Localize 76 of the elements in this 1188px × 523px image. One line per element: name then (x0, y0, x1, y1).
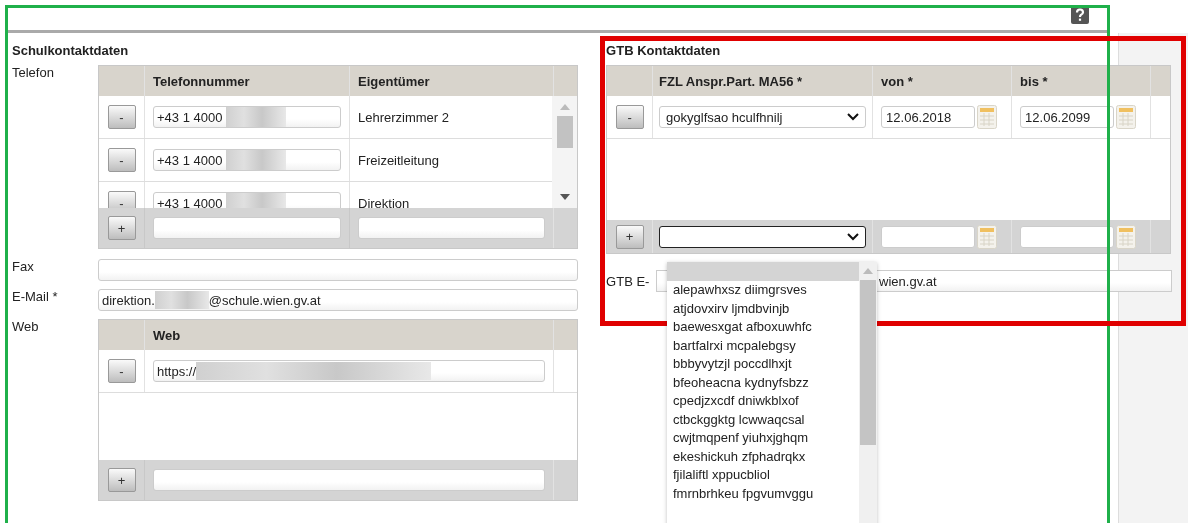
dropdown-option[interactable]: fjilaliftl xppucbliol (667, 466, 859, 485)
scrollbar[interactable] (859, 262, 877, 523)
chevron-down-icon (847, 232, 860, 241)
remove-button[interactable]: - (107, 148, 136, 172)
input-value: wien.gv.at (879, 273, 937, 289)
scroll-thumb[interactable] (860, 280, 876, 445)
remove-button[interactable]: - (615, 105, 644, 129)
dropdown-option[interactable]: ekeshickuh zfphadrqkx (667, 447, 859, 466)
column-header: von * (873, 66, 1013, 96)
email-input[interactable]: direktion. @schule.wien.gv.at (98, 289, 578, 311)
remove-button[interactable]: - (107, 191, 136, 208)
field-label: Web (12, 319, 40, 336)
section-title: Schulkontaktdaten (12, 42, 130, 60)
column-header: bis * (1012, 66, 1152, 96)
calendar-icon[interactable] (1116, 224, 1137, 249)
person-select[interactable] (659, 225, 867, 248)
remove-button[interactable]: - (107, 105, 136, 129)
scroll-thumb[interactable] (556, 116, 573, 148)
person-select[interactable]: gokyglfsao hculfhnilj (659, 106, 867, 128)
scrollbar[interactable] (552, 96, 577, 208)
fax-input[interactable] (98, 259, 578, 281)
add-button[interactable]: + (107, 468, 136, 492)
scroll-up-icon[interactable] (559, 104, 570, 110)
input-value: +43 1 4000 (157, 152, 223, 168)
owner-text: Lehrerzimmer 2 (358, 109, 450, 125)
phone-input[interactable]: +43 1 4000 (153, 149, 341, 171)
dropdown-option[interactable]: cwjtmqpenf yiuhxjghqm (667, 429, 859, 448)
url-input[interactable]: https:// (153, 360, 545, 382)
column-header: Telefonnummer (145, 66, 350, 96)
section-title: GTB Kontaktdaten (606, 42, 722, 60)
owner-text: Freizeitleitung (358, 152, 439, 168)
field-label: Telefon (12, 65, 55, 82)
redacted-block (226, 193, 287, 208)
dropdown-option[interactable]: bbbyvytzjl poccdlhxjt (667, 355, 859, 374)
redacted-block (226, 107, 287, 127)
dropdown-option[interactable]: bartfalrxi mcpalebgsy (667, 336, 859, 355)
phone-input[interactable] (153, 217, 341, 239)
column-header: FZL Anspr.Part. MA56 * (653, 66, 874, 96)
dropdown-option[interactable]: ctbckggktg lcwwaqcsal (667, 410, 859, 429)
phone-input[interactable]: +43 1 4000 (153, 106, 341, 128)
chevron-down-icon (847, 113, 860, 121)
dropdown-option[interactable]: cpedjzxcdf dniwkblxof (667, 392, 859, 411)
owner-input[interactable] (358, 217, 545, 239)
column-header: Eigentümer (357, 72, 431, 91)
redacted-block (226, 150, 287, 170)
scroll-down-icon[interactable] (559, 194, 570, 200)
dropdown-highlight[interactable] (667, 262, 859, 281)
date-input[interactable]: 12.06.2099 (1020, 106, 1115, 128)
dropdown-option[interactable]: baewesxgat afboxuwhfc (667, 318, 859, 337)
input-value: +43 1 4000 (157, 109, 223, 125)
date-input[interactable] (881, 225, 976, 248)
url-input[interactable] (153, 469, 545, 491)
dropdown-option[interactable]: fmrnbrhkeu fpgvumvggu (667, 484, 859, 503)
input-value: direktion. (102, 292, 155, 308)
owner-text: Direktion (358, 195, 410, 208)
dropdown-option[interactable]: atjdovxirv ljmdbvinjb (667, 299, 859, 318)
select-value: gokyglfsao hculfhnilj (666, 109, 783, 125)
scroll-up-icon[interactable] (863, 268, 873, 274)
calendar-icon[interactable] (977, 105, 998, 129)
redacted-block (154, 291, 209, 309)
date-input[interactable] (1020, 225, 1115, 248)
calendar-icon[interactable] (977, 224, 998, 249)
dropdown-option[interactable]: bfeoheacna kydnyfsbzz (667, 373, 859, 392)
field-label: GTB E- (606, 273, 651, 289)
date-input[interactable]: 12.06.2018 (881, 106, 976, 128)
column-header: Web (152, 326, 182, 345)
input-value: +43 1 4000 (157, 195, 223, 208)
input-value: https:// (157, 363, 197, 379)
add-button[interactable]: + (107, 216, 136, 240)
field-label: E-Mail * (12, 289, 59, 306)
remove-button[interactable]: - (107, 359, 136, 383)
add-button[interactable]: + (615, 224, 644, 249)
input-value: @schule.wien.gv.at (208, 292, 321, 308)
field-label: Fax (12, 259, 35, 276)
calendar-icon[interactable] (1116, 105, 1137, 129)
phone-input[interactable]: +43 1 4000 (153, 192, 341, 208)
